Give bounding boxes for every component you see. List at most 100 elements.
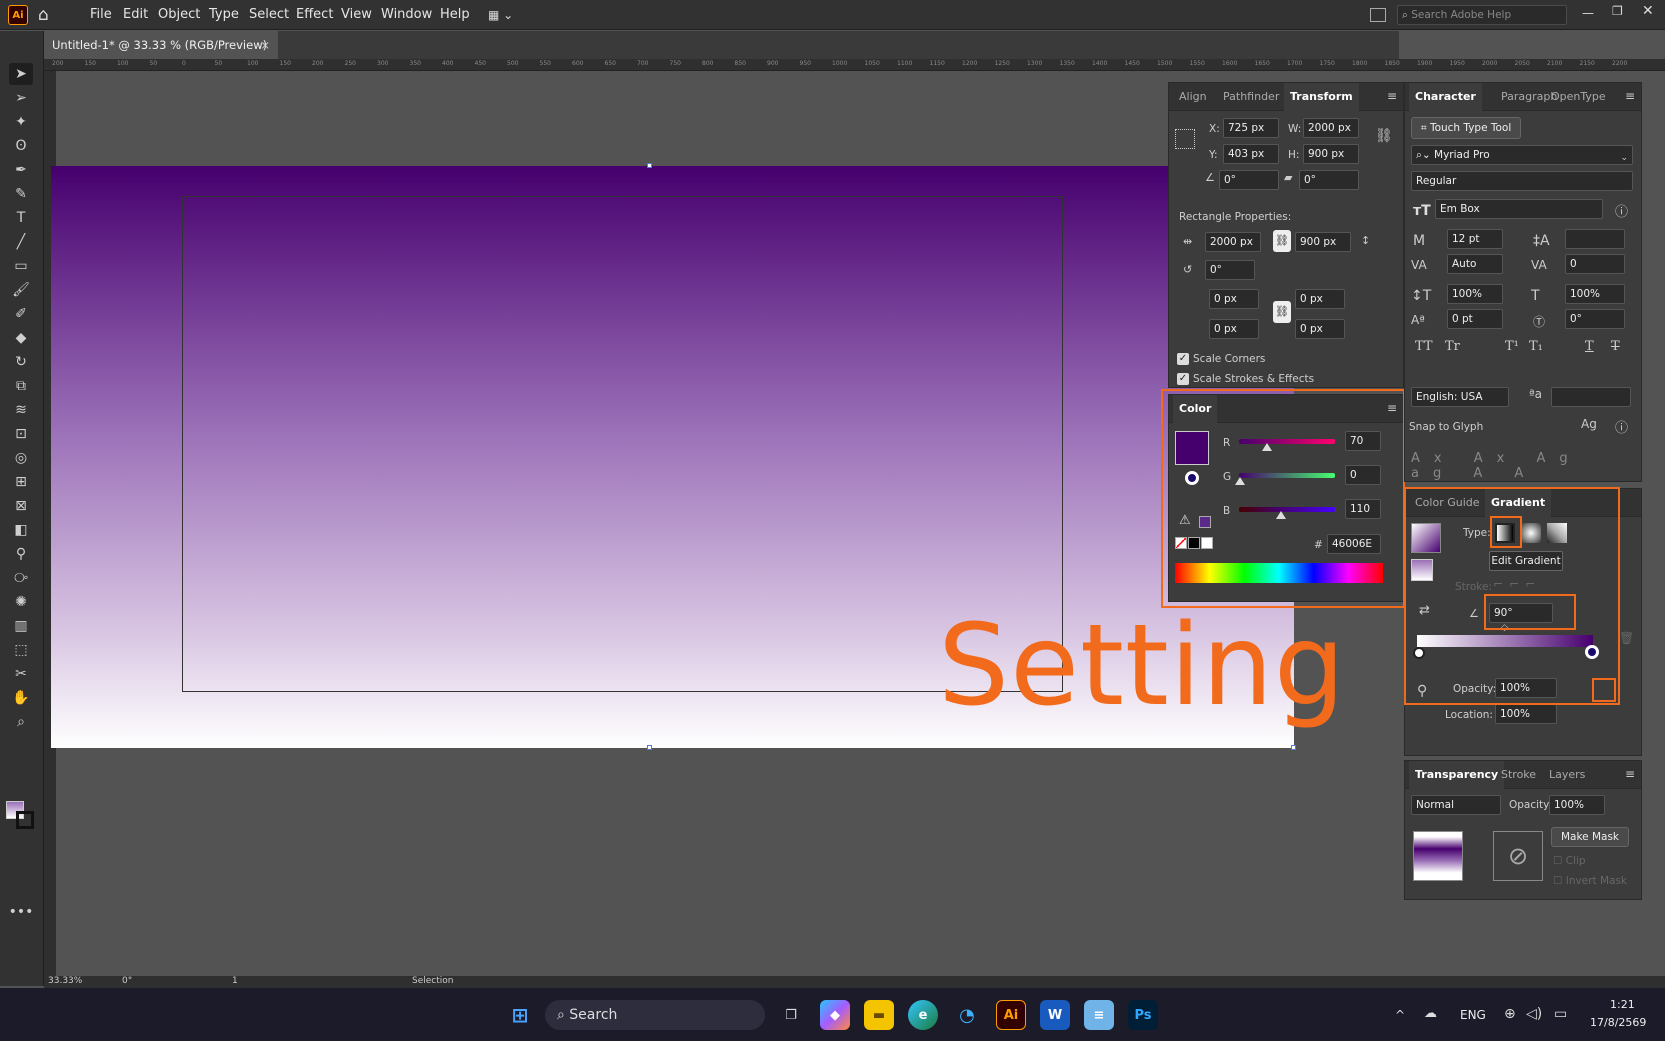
gradient-stop-start[interactable] <box>1413 647 1425 659</box>
b-slider[interactable] <box>1239 507 1335 512</box>
symbol-sprayer-tool-icon[interactable]: ✺ <box>9 591 33 613</box>
paintbrush-tool-icon[interactable]: 🖌 <box>9 279 33 301</box>
volume-icon[interactable]: ◁) <box>1526 1006 1542 1022</box>
tab-stroke[interactable]: Stroke <box>1501 761 1536 789</box>
y-field[interactable]: 403 px <box>1223 144 1279 164</box>
h-field[interactable]: 900 px <box>1303 144 1359 164</box>
rotate-tool-icon[interactable]: ↻ <box>9 351 33 373</box>
slice-tool-icon[interactable]: ✂ <box>9 663 33 685</box>
close-tab-icon[interactable]: × <box>260 31 270 59</box>
magic-wand-tool-icon[interactable]: ✦ <box>9 111 33 133</box>
baseline-shift-field[interactable]: 0 pt <box>1447 309 1503 329</box>
notepad-icon[interactable]: ≡ <box>1084 1000 1114 1030</box>
anti-aliasing-field[interactable] <box>1551 387 1631 407</box>
restore-button[interactable]: ❐ <box>1612 4 1623 18</box>
file-explorer-icon[interactable]: ▬ <box>864 1000 894 1030</box>
language-indicator[interactable]: ENG <box>1460 1008 1486 1022</box>
artboard-number[interactable]: 1 <box>232 976 238 986</box>
color-spectrum[interactable] <box>1175 563 1383 583</box>
blend-mode-field[interactable]: Normal <box>1411 795 1501 815</box>
stop-location-field[interactable]: 100% <box>1495 704 1557 724</box>
windows-start-icon[interactable]: ⊞ <box>505 1000 535 1030</box>
rectangle-tool-icon[interactable]: ▭ <box>9 255 33 277</box>
word-icon[interactable]: W <box>1040 1000 1070 1030</box>
rect-width-field[interactable]: 2000 px <box>1205 232 1261 252</box>
r-slider[interactable] <box>1239 439 1335 444</box>
strikethrough-button[interactable]: T <box>1611 339 1620 354</box>
menu-effect[interactable]: Effect <box>296 0 333 30</box>
linear-gradient-button[interactable] <box>1495 523 1515 543</box>
panel-toggle-icon[interactable] <box>1370 8 1386 22</box>
none-swatch[interactable] <box>1175 537 1187 549</box>
out-of-gamut-warning-icon[interactable]: ⚠ <box>1179 513 1191 528</box>
b-field[interactable]: 110 <box>1345 499 1381 519</box>
language-field[interactable]: English: USA <box>1411 387 1509 407</box>
kerning-field[interactable]: Auto <box>1447 254 1503 274</box>
tab-color[interactable]: Color <box>1173 395 1218 423</box>
rotate-field[interactable]: 0° <box>1219 170 1279 190</box>
curvature-tool-icon[interactable]: ✎ <box>9 183 33 205</box>
warp-tool-icon[interactable]: ≋ <box>9 399 33 421</box>
tab-gradient[interactable]: Gradient <box>1485 489 1552 517</box>
em-box-field[interactable]: Em Box <box>1435 199 1603 219</box>
corner-radius-bl[interactable]: 0 px <box>1209 319 1259 339</box>
tab-character[interactable]: Character <box>1409 83 1482 111</box>
workspace-switcher-icon[interactable]: ▦ ⌄ <box>488 8 522 22</box>
tab-paragraph[interactable]: Paragraph <box>1501 83 1557 111</box>
rect-height-field[interactable]: 900 px <box>1295 232 1351 252</box>
panel-menu-icon[interactable]: ≡ <box>1387 401 1397 415</box>
photoshop-icon[interactable]: Ps <box>1128 1000 1158 1030</box>
scale-strokes-checkbox[interactable]: ✓ <box>1177 373 1189 385</box>
freeform-gradient-button[interactable] <box>1547 523 1567 543</box>
panel-menu-icon[interactable]: ≡ <box>1625 89 1635 103</box>
copilot-icon[interactable]: ◆ <box>820 1000 850 1030</box>
help-search-input[interactable]: ⌕ Search Adobe Help <box>1397 5 1567 25</box>
all-caps-button[interactable]: TT <box>1415 339 1433 354</box>
eraser-tool-icon[interactable]: ◆ <box>9 327 33 349</box>
menu-help[interactable]: Help <box>440 0 470 30</box>
more-tools-icon[interactable]: ••• <box>9 901 34 923</box>
font-style-field[interactable]: Regular <box>1411 171 1633 191</box>
reference-point-icon[interactable] <box>1175 129 1195 149</box>
hand-tool-icon[interactable]: ✋ <box>9 687 33 709</box>
gradient-tool-icon[interactable]: ◧ <box>9 519 33 541</box>
white-swatch[interactable] <box>1201 537 1213 549</box>
tab-pathfinder[interactable]: Pathfinder <box>1223 83 1279 111</box>
touch-type-tool-button[interactable]: ⌗ Touch Type Tool <box>1411 117 1521 139</box>
zoom-tool-icon[interactable]: ⌕ <box>9 711 33 733</box>
tab-opentype[interactable]: OpenType <box>1551 83 1606 111</box>
shear-field[interactable]: 0° <box>1299 170 1359 190</box>
perspective-grid-tool-icon[interactable]: ⊞ <box>9 471 33 493</box>
rect-angle-field[interactable]: 0° <box>1205 260 1255 280</box>
selection-handle[interactable] <box>1291 745 1296 750</box>
eyedropper-tool-icon[interactable]: ⚲ <box>9 543 33 565</box>
mask-thumbnail[interactable]: ⊘ <box>1493 831 1543 881</box>
font-family-field[interactable]: ⌕⌄ Myriad Pro ⌄ <box>1411 145 1633 165</box>
clock-date[interactable]: 17/8/2569 <box>1590 1016 1646 1029</box>
menu-select[interactable]: Select <box>249 0 289 30</box>
corner-radius-tr[interactable]: 0 px <box>1295 289 1345 309</box>
blend-tool-icon[interactable]: ⧂ <box>9 567 33 589</box>
tray-cloud-icon[interactable]: ☁ <box>1424 1006 1437 1021</box>
tab-transform[interactable]: Transform <box>1284 83 1359 111</box>
constrain-link-icon[interactable]: ⛓ <box>1375 128 1393 144</box>
lasso-tool-icon[interactable]: ʘ <box>9 135 33 157</box>
stroke-color-swatch[interactable] <box>1185 471 1199 485</box>
superscript-button[interactable]: T¹ <box>1505 339 1519 354</box>
network-icon[interactable]: ⊕ <box>1504 1006 1516 1022</box>
minimize-button[interactable]: — <box>1582 6 1594 20</box>
vertical-scale-field[interactable]: 100% <box>1447 284 1503 304</box>
menu-file[interactable]: File <box>90 0 112 30</box>
menu-view[interactable]: View <box>341 0 372 30</box>
black-swatch[interactable] <box>1188 537 1200 549</box>
subscript-button[interactable]: T₁ <box>1529 339 1543 354</box>
scale-corners-checkbox[interactable]: ✓ <box>1177 353 1189 365</box>
edge-icon[interactable]: e <box>908 1000 938 1030</box>
stroke-swatch[interactable] <box>16 811 34 829</box>
horizontal-scale-field[interactable]: 100% <box>1565 284 1625 304</box>
document-tab[interactable]: Untitled-1* @ 33.33 % (RGB/Preview) × <box>44 31 278 59</box>
hex-field[interactable]: 46006E <box>1327 534 1381 554</box>
fill-color-swatch[interactable] <box>1175 431 1209 465</box>
gradient-slider[interactable] <box>1417 635 1593 647</box>
eyedropper-icon[interactable]: ⚲ <box>1417 683 1427 699</box>
